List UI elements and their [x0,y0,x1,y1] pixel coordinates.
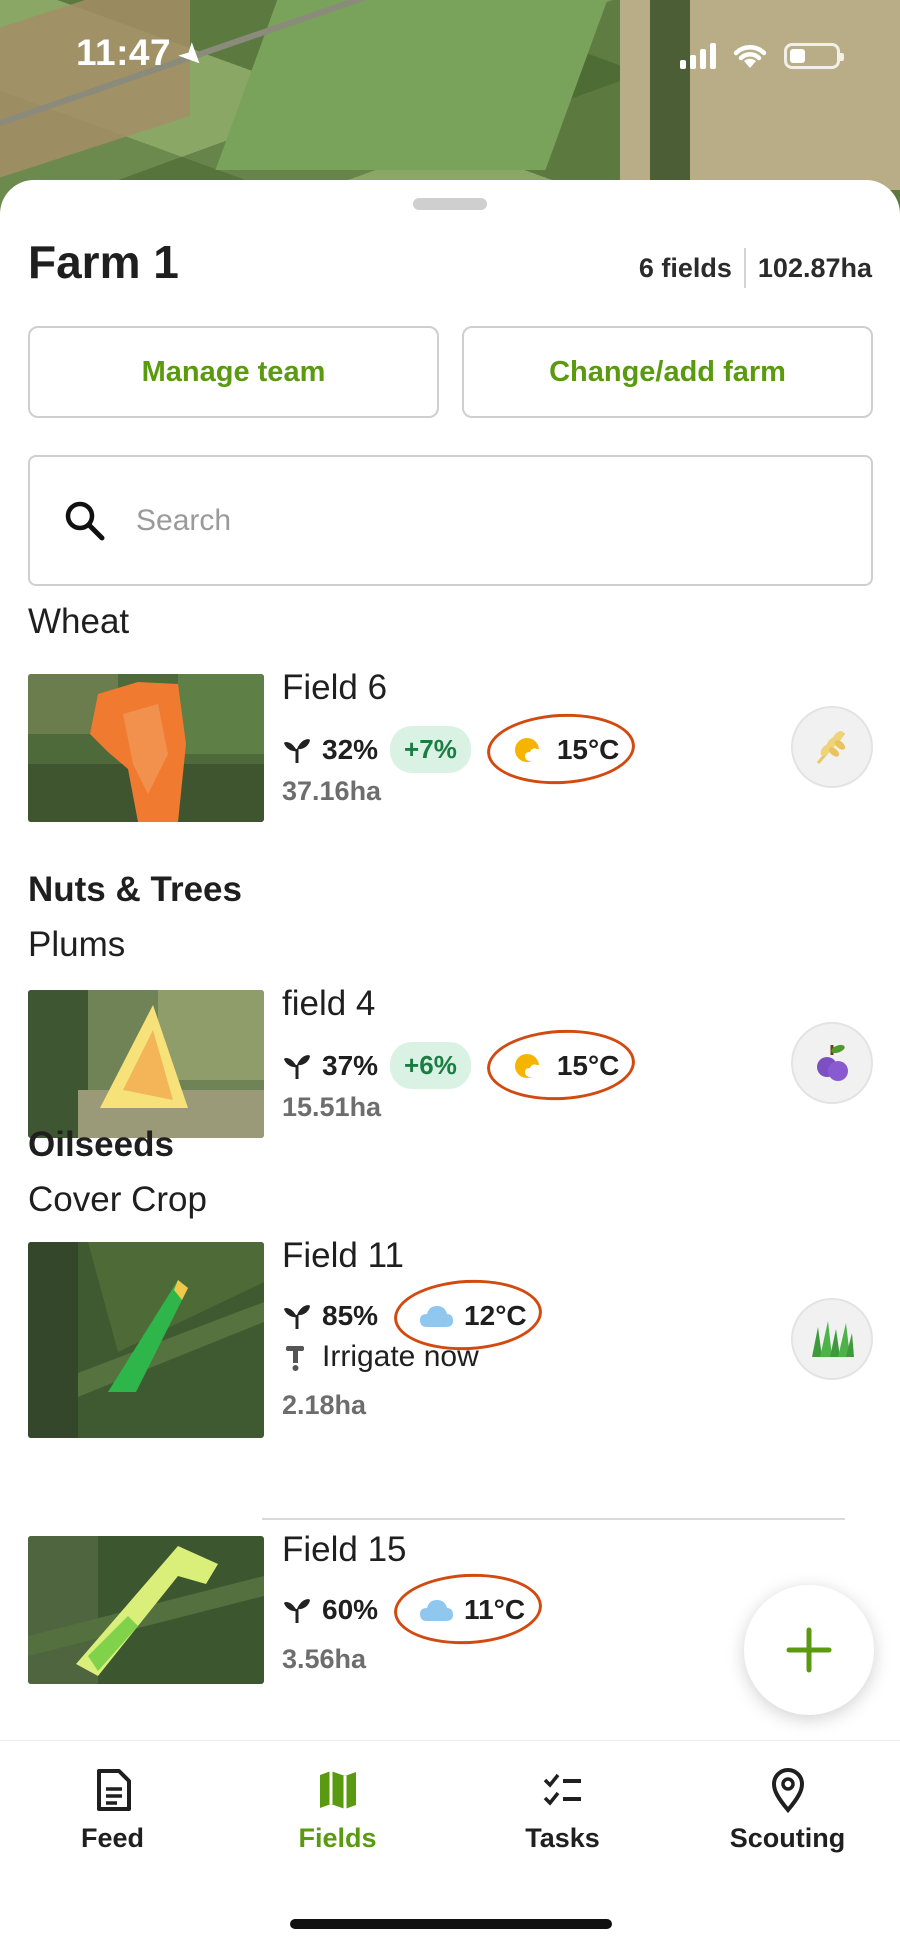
add-button[interactable] [744,1585,874,1715]
weather-badge: 15°C [485,709,637,788]
farm-sheet: Farm 1 6 fields 102.87ha Manage team Cha… [0,180,900,1740]
nav-tasks[interactable]: Tasks [450,1767,675,1854]
vegetation-index: 85% [322,1300,379,1331]
field-thumbnail [28,1536,264,1684]
field-name: field 4 [282,984,376,1023]
irrigate-label: Irrigate now [322,1340,479,1373]
fields-count: 6 fields [638,252,732,283]
annotation-circle [392,1570,544,1648]
sprout-icon [284,1599,310,1623]
crop-button-wheat[interactable] [791,706,873,788]
field-metrics: 85% 12°C [282,1276,544,1354]
row-divider [262,1518,845,1520]
group-oilseeds: Oilseeds [28,1125,174,1164]
location-pin-icon [771,1768,804,1813]
field-area: 2.18ha [282,1390,367,1420]
nav-feed[interactable]: Feed [0,1767,225,1854]
sheet-drag-handle[interactable] [413,198,487,210]
field-metrics: 32% +7% 15°C [282,709,637,788]
sprout-icon [284,1054,310,1079]
status-icons [680,42,844,70]
vegetation-index: 32% [322,733,379,765]
status-bar: 11:47➤ [0,0,900,120]
field-metrics: 60% 11°C [282,1570,544,1648]
vegetation-index: 60% [322,1594,379,1625]
field-name: Field 11 [282,1236,404,1275]
search-input[interactable] [136,503,786,538]
farm-title: Farm 1 [28,236,179,288]
search-icon [65,501,105,540]
stats-divider [743,248,746,288]
sprout-icon [284,738,310,763]
document-icon [96,1769,131,1811]
vegetation-index: 37% [322,1049,379,1081]
field-name: Field 15 [282,1530,407,1569]
annotation-circle [485,709,637,788]
irrigate-alert[interactable]: Irrigate now [282,1340,479,1374]
field-thumbnail [28,990,264,1138]
clock: 11:47 [76,32,172,73]
vegetation-delta-badge: +7% [390,726,471,773]
crop-button-cover-crop[interactable] [791,1298,873,1380]
irrigation-icon [286,1346,304,1371]
map-icon [319,1771,356,1809]
change-add-farm-button[interactable]: Change/add farm [462,326,873,418]
checklist-icon [543,1773,581,1806]
field-area: 3.56ha [282,1644,367,1674]
search-box[interactable] [28,455,873,586]
field-thumbnail [28,674,264,822]
nav-fields[interactable]: Fields [225,1767,450,1854]
vegetation-delta-badge: +6% [390,1042,471,1089]
wifi-icon [733,45,767,68]
farm-stats: 6 fields 102.87ha [639,248,872,288]
manage-team-button[interactable]: Manage team [28,326,439,418]
sprout-icon [284,1305,310,1329]
plum-icon [817,1044,848,1081]
status-time: 11:47➤ [76,32,213,76]
weather-badge: 11°C [392,1570,544,1648]
annotation-circle [485,1025,637,1104]
field-name: Field 6 [282,668,388,707]
weather-badge: 15°C [485,1025,637,1104]
group-wheat: Wheat [28,602,130,641]
group-nuts-trees: Nuts & Trees [28,870,242,909]
subgroup-cover-crop: Cover Crop [28,1180,207,1219]
subgroup-plums: Plums [28,925,126,964]
plus-icon [786,1627,832,1673]
battery-icon [784,43,844,69]
nav-fields-label: Fields [298,1823,377,1853]
home-indicator [290,1919,612,1929]
signal-icon [680,43,716,69]
nav-tasks-label: Tasks [525,1823,600,1853]
field-area: 15.51ha [282,1092,382,1122]
nav-scouting[interactable]: Scouting [675,1767,900,1854]
field-thumbnail [28,1242,264,1438]
grass-icon [812,1321,854,1357]
location-arrow-icon: ➤ [171,34,213,77]
crop-button-plum[interactable] [791,1022,873,1104]
wheat-icon [816,731,846,764]
field-metrics: 37% +6% 15°C [282,1025,637,1104]
nav-feed-label: Feed [80,1823,145,1853]
weather-badge: 12°C [392,1276,544,1354]
nav-scouting-label: Scouting [729,1823,846,1853]
total-area: 102.87ha [757,252,872,283]
field-area: 37.16ha [282,776,382,806]
bottom-nav: Feed Fields Tasks Scouting [0,1740,900,1949]
